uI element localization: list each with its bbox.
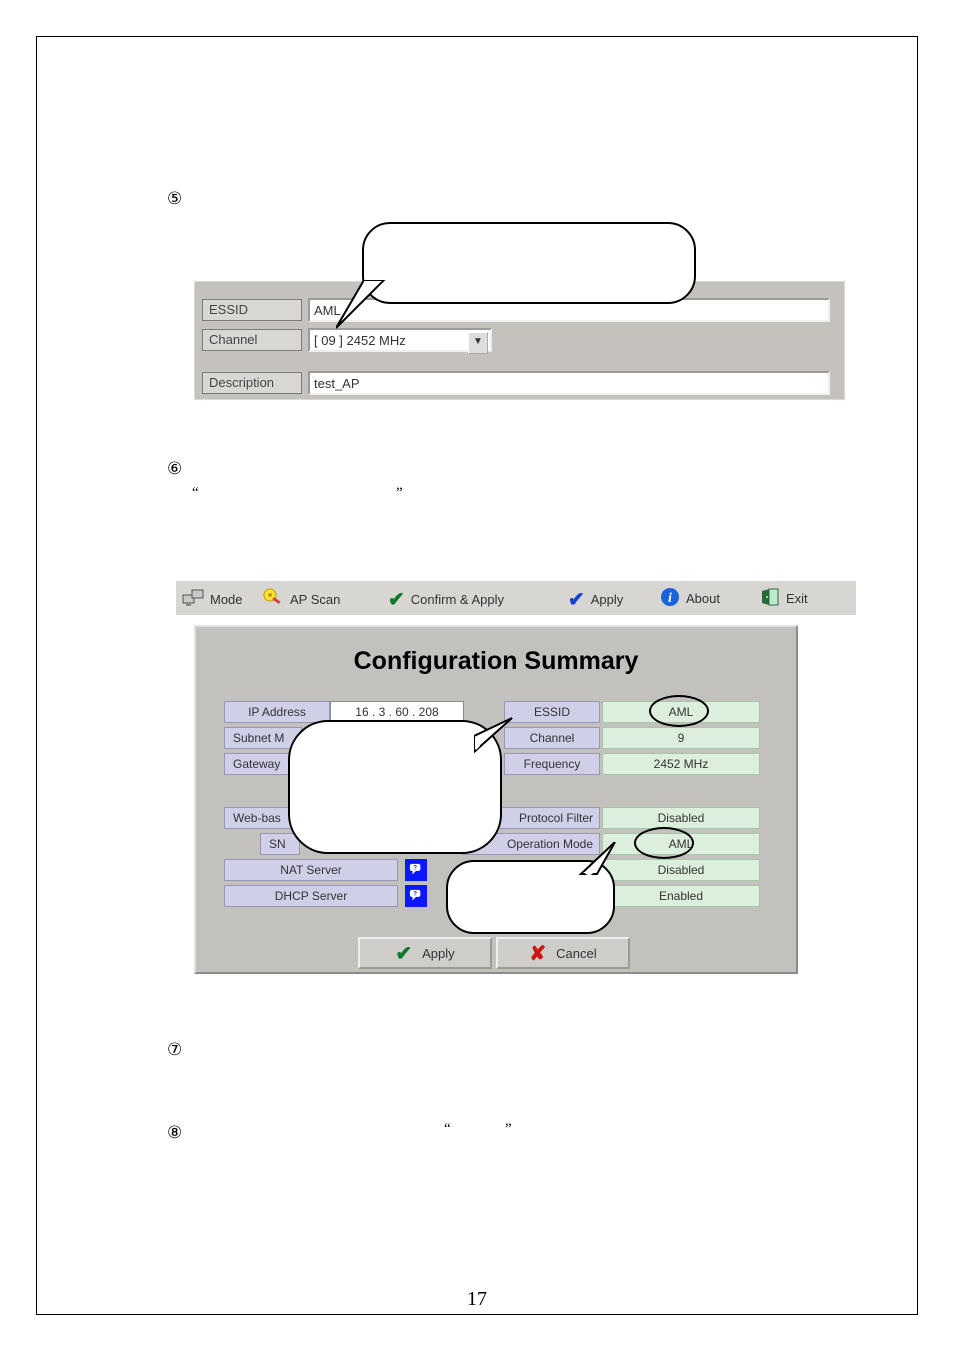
svg-text:?: ? bbox=[413, 865, 417, 872]
mode-label: Mode bbox=[210, 592, 243, 607]
label-channel-r: Channel bbox=[504, 727, 600, 749]
apply-button-dialog[interactable]: ✔ Apply bbox=[358, 937, 492, 969]
svg-text:i: i bbox=[668, 591, 672, 606]
label-channel-text: Channel bbox=[209, 332, 257, 347]
step-6: ⑥ bbox=[167, 459, 182, 479]
value-row4: Enabled bbox=[602, 885, 760, 907]
help-icon-dhcp[interactable]: ? bbox=[405, 885, 427, 907]
value-essid-r: AML bbox=[602, 701, 760, 723]
exit-label: Exit bbox=[786, 591, 808, 606]
value-channel-r: 9 bbox=[602, 727, 760, 749]
config-summary-title: Configuration Summary bbox=[196, 647, 796, 676]
apply-label-toolbar: Apply bbox=[591, 592, 624, 607]
label-dhcp: DHCP Server bbox=[224, 885, 398, 907]
quote-right-2: ” bbox=[505, 1121, 512, 1138]
callout-bubble-3 bbox=[446, 860, 615, 934]
toolbar: Mode AP Scan ✔ Confirm & Apply ✔ Apply i… bbox=[176, 581, 856, 615]
help-icon-nat[interactable]: ? bbox=[405, 859, 427, 881]
cancel-button-dialog[interactable]: ✘ Cancel bbox=[496, 937, 630, 969]
check-icon-blue: ✔ bbox=[568, 587, 585, 612]
input-description-value: test_AP bbox=[314, 376, 360, 391]
label-gateway: Gateway bbox=[224, 753, 296, 775]
key-icon bbox=[262, 587, 284, 612]
select-channel-value: [ 09 ] 2452 MHz bbox=[314, 333, 406, 348]
info-icon: i bbox=[660, 587, 680, 610]
label-essid: ESSID bbox=[202, 299, 302, 321]
apply-button-toolbar[interactable]: ✔ Apply bbox=[568, 587, 623, 612]
apscan-label: AP Scan bbox=[290, 592, 340, 607]
input-description[interactable]: test_AP bbox=[308, 371, 830, 395]
computers-icon bbox=[182, 587, 204, 612]
value-row3: Disabled bbox=[602, 859, 760, 881]
label-essid-text: ESSID bbox=[209, 302, 248, 317]
apscan-button[interactable]: AP Scan bbox=[262, 587, 340, 612]
chevron-down-icon[interactable]: ▼ bbox=[468, 332, 488, 354]
page-number: 17 bbox=[0, 1288, 954, 1311]
confirm-apply-button[interactable]: ✔ Confirm & Apply bbox=[388, 587, 504, 612]
svg-text:?: ? bbox=[413, 891, 417, 898]
label-description: Description bbox=[202, 372, 302, 394]
value-pf: Disabled bbox=[602, 807, 760, 829]
mode-button[interactable]: Mode bbox=[182, 587, 243, 612]
label-freq-r: Frequency bbox=[504, 753, 600, 775]
label-ip: IP Address bbox=[224, 701, 330, 723]
confirm-label: Confirm & Apply bbox=[411, 592, 504, 607]
cross-icon: ✘ bbox=[529, 941, 546, 966]
about-button[interactable]: i About bbox=[660, 587, 720, 610]
exit-icon bbox=[760, 587, 780, 610]
cancel-label-dialog: Cancel bbox=[556, 946, 596, 961]
check-icon-dialog: ✔ bbox=[395, 941, 412, 966]
label-channel: Channel bbox=[202, 329, 302, 351]
label-nat: NAT Server bbox=[224, 859, 398, 881]
label-description-text: Description bbox=[209, 375, 274, 390]
step-5: ⑤ bbox=[167, 189, 182, 209]
step-8: ⑧ bbox=[167, 1123, 182, 1143]
quote-right-1: ” bbox=[396, 485, 403, 502]
callout-bubble-1 bbox=[362, 222, 696, 304]
value-freq-r: 2452 MHz bbox=[602, 753, 760, 775]
exit-button[interactable]: Exit bbox=[760, 587, 808, 610]
about-label: About bbox=[686, 591, 720, 606]
quote-left-1: “ bbox=[192, 485, 199, 502]
apply-label-dialog: Apply bbox=[422, 946, 455, 961]
callout-bubble-2 bbox=[288, 720, 502, 854]
check-icon: ✔ bbox=[388, 587, 405, 612]
value-op: AML bbox=[602, 833, 760, 855]
label-essid-r: ESSID bbox=[504, 701, 600, 723]
select-channel[interactable]: [ 09 ] 2452 MHz ▼ bbox=[308, 328, 492, 352]
step-7: ⑦ bbox=[167, 1040, 182, 1060]
quote-left-2: “ bbox=[444, 1121, 451, 1138]
